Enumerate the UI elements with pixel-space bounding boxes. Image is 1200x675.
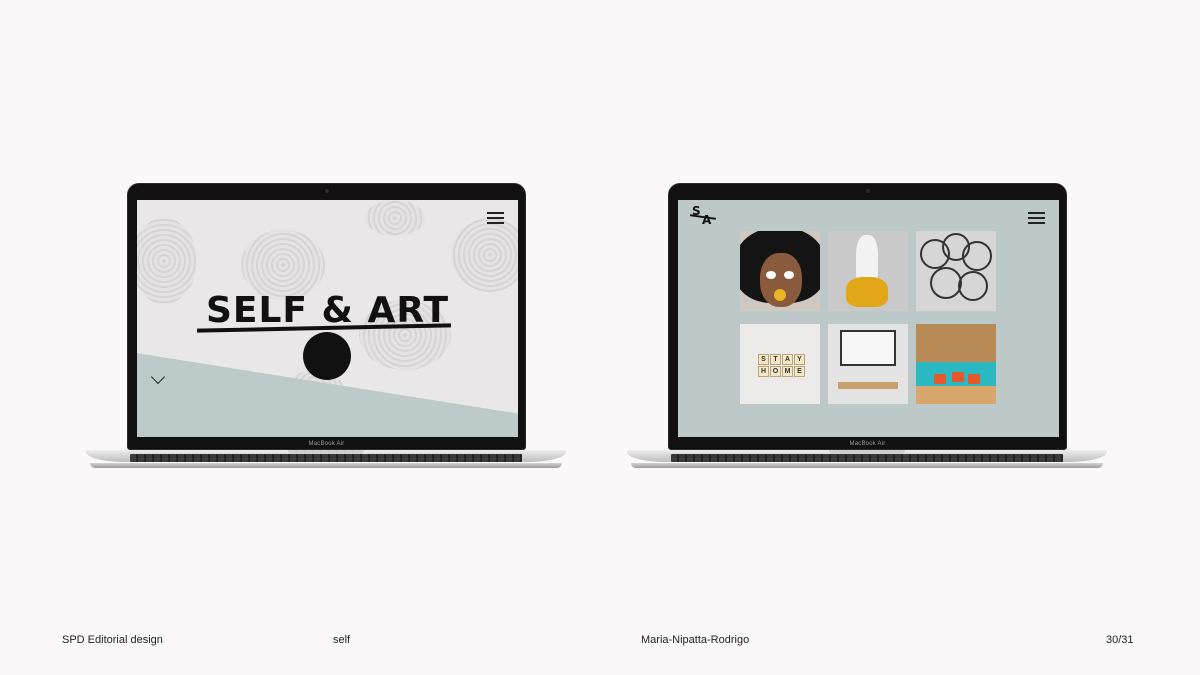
gallery-tile-portrait[interactable]	[740, 231, 820, 311]
sa-logo[interactable]: S A	[690, 204, 716, 227]
gallery-tile-chairs[interactable]	[916, 324, 996, 404]
laptop-left: SELF & ART MacBook Air	[86, 178, 566, 488]
statue-shape	[856, 235, 878, 283]
camera	[324, 189, 329, 193]
laptop-right: S A S T A Y H O M E MacBook Air	[627, 178, 1107, 488]
rock-shape	[365, 200, 425, 236]
scrabble-tile: Y	[794, 354, 805, 365]
ring-shape	[958, 271, 988, 301]
trackpad-notch	[829, 450, 905, 454]
gallery-tile-frame[interactable]	[828, 324, 908, 404]
scrabble-tile: A	[782, 354, 793, 365]
footer-course: SPD Editorial design	[62, 634, 163, 646]
gallery-tile-rings[interactable]	[916, 231, 996, 311]
scrabble-tile: S	[758, 354, 769, 365]
laptop-brand: MacBook Air	[308, 441, 345, 447]
gallery-tile-statue[interactable]	[828, 231, 908, 311]
scrabble-tile: E	[794, 366, 805, 377]
bubble-shape	[774, 289, 786, 301]
chair-shape	[952, 372, 964, 382]
camera	[865, 189, 870, 193]
laptop-brand: MacBook Air	[849, 441, 886, 447]
hero-ball	[303, 332, 351, 380]
frame-shape	[840, 330, 896, 366]
eye-shape	[784, 271, 794, 279]
trackpad-notch	[288, 450, 364, 454]
laptop-lid: SELF & ART MacBook Air	[127, 183, 526, 450]
logo-letter-a: A	[702, 213, 712, 227]
chair-shape	[934, 374, 946, 384]
scrabble-tile: T	[770, 354, 781, 365]
footer-author: Maria-Nipatta-Rodrigo	[641, 634, 750, 646]
laptop-base-lip	[90, 463, 562, 468]
chair-shape	[968, 374, 980, 384]
rock-shape	[451, 218, 518, 292]
footer-project: self	[333, 634, 351, 646]
scrabble-tile: O	[770, 366, 781, 377]
scrabble-tile: H	[758, 366, 769, 377]
hero-title: SELF & ART	[205, 290, 450, 331]
scrabble-tile: M	[782, 366, 793, 377]
keyboard	[130, 454, 522, 462]
gallery-screen: S A S T A Y H O M E	[678, 200, 1059, 437]
bench-shape	[838, 382, 898, 389]
hamburger-icon[interactable]	[1028, 212, 1045, 224]
eye-shape	[766, 271, 776, 279]
hero-screen: SELF & ART	[137, 200, 518, 437]
keyboard	[671, 454, 1063, 462]
hamburger-icon[interactable]	[487, 212, 504, 224]
gallery-tile-stay-home[interactable]: S T A Y H O M E	[740, 324, 820, 404]
laptop-base-lip	[631, 463, 1103, 468]
laptop-lid: S A S T A Y H O M E MacBook Air	[668, 183, 1067, 450]
ring-shape	[962, 241, 992, 271]
floor-shape	[916, 386, 996, 404]
skirt-shape	[846, 277, 888, 307]
footer-page-number: 30/31	[1106, 634, 1134, 646]
